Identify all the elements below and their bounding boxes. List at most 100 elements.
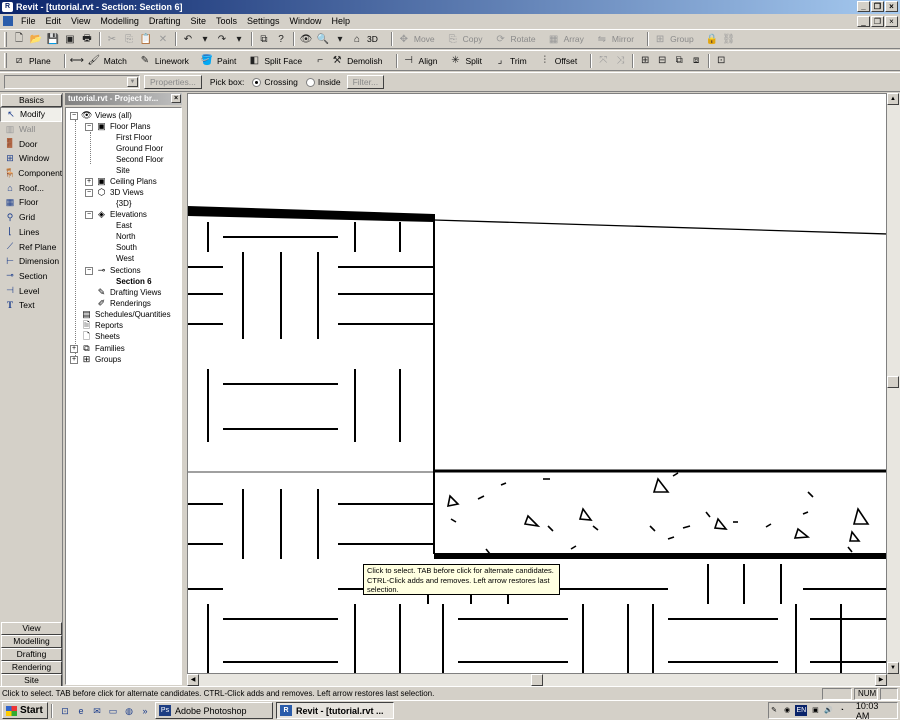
tray-network-icon[interactable]: ◉ bbox=[782, 705, 792, 716]
tree-node-3d-default[interactable]: {3D} bbox=[116, 198, 132, 209]
tree-node-reports[interactable]: 🗎 Reports bbox=[81, 320, 123, 331]
collapse-icon[interactable]: − bbox=[85, 122, 93, 131]
tree-node-first-floor[interactable]: First Floor bbox=[116, 132, 152, 143]
menu-modelling[interactable]: Modelling bbox=[95, 16, 144, 26]
mirror-button[interactable]: ⇋ Mirror bbox=[594, 32, 640, 46]
menu-file[interactable]: File bbox=[16, 16, 41, 26]
tray-pen-icon[interactable]: ✎ bbox=[769, 705, 779, 716]
inside-radio[interactable] bbox=[305, 77, 315, 87]
clock[interactable]: 10:03 AM bbox=[856, 701, 891, 720]
expand-icon[interactable]: + bbox=[70, 355, 78, 364]
join-geometry-icon[interactable]: ⤧ bbox=[595, 54, 611, 68]
align-button[interactable]: ⊣ Align bbox=[401, 54, 444, 68]
copy-to-clipboard-icon[interactable]: ⧉ bbox=[671, 54, 687, 68]
horizontal-scroll-thumb[interactable] bbox=[531, 674, 543, 686]
copy-icon[interactable]: ⎘ bbox=[121, 32, 137, 46]
collapse-icon[interactable]: − bbox=[70, 111, 78, 120]
design-item-window[interactable]: ⊞ Window bbox=[0, 151, 62, 166]
toolbar-grip[interactable] bbox=[4, 31, 7, 47]
doc-restore-button[interactable]: ❐ bbox=[871, 16, 884, 27]
cut-geometry-icon[interactable]: ⌐ bbox=[312, 54, 328, 68]
design-item-ref-plane[interactable]: ⟋ Ref Plane bbox=[0, 239, 62, 254]
quick-launch-overflow-icon[interactable]: » bbox=[138, 704, 152, 718]
collapse-icon[interactable]: − bbox=[85, 188, 93, 197]
design-item-lines[interactable]: ⌊ Lines bbox=[0, 225, 62, 240]
scroll-right-icon[interactable]: ▶ bbox=[875, 674, 887, 686]
menu-settings[interactable]: Settings bbox=[242, 16, 285, 26]
design-item-roof[interactable]: ⌂ Roof... bbox=[0, 180, 62, 195]
tree-node-east[interactable]: East bbox=[116, 220, 132, 231]
document-icon[interactable] bbox=[3, 16, 13, 26]
zoom-icon[interactable]: 🔍 bbox=[315, 32, 331, 46]
undo-icon[interactable]: ↶ bbox=[180, 32, 196, 46]
paste-icon[interactable]: 📋 bbox=[138, 32, 154, 46]
tree-node-floor-plans[interactable]: − ▣ Floor Plans bbox=[85, 121, 150, 132]
group-button[interactable]: ⊞ Group bbox=[652, 32, 700, 46]
scroll-down-icon[interactable]: ▼ bbox=[887, 662, 899, 674]
tray-volume-icon[interactable]: 🔊 bbox=[824, 705, 834, 716]
tree-node-groups[interactable]: + ⊞ Groups bbox=[70, 354, 121, 365]
new-icon[interactable]: 🗋 bbox=[11, 32, 27, 46]
tree-node-3d-views[interactable]: − ⬡ 3D Views bbox=[85, 187, 144, 198]
paste-aligned-icon[interactable]: ⧈ bbox=[688, 54, 704, 68]
move-button[interactable]: ✥ Move bbox=[396, 32, 441, 46]
toggle-window-icon[interactable]: ⧉ bbox=[256, 32, 272, 46]
tab-basics[interactable]: Basics bbox=[1, 94, 62, 107]
expand-icon[interactable]: + bbox=[85, 177, 93, 186]
rotate-button[interactable]: ⟳ Rotate bbox=[493, 32, 542, 46]
tree-node-site[interactable]: Site bbox=[116, 165, 130, 176]
tree-node-ceiling-plans[interactable]: + ▣ Ceiling Plans bbox=[85, 176, 157, 187]
menu-window[interactable]: Window bbox=[285, 16, 327, 26]
default-3d-view-button[interactable]: ⌂ 3D bbox=[349, 32, 384, 46]
vertical-scrollbar[interactable]: ▲ ▼ bbox=[887, 93, 900, 674]
minimize-button[interactable]: _ bbox=[857, 1, 870, 12]
restore-button[interactable]: ❐ bbox=[871, 1, 884, 12]
tab-drafting[interactable]: Drafting bbox=[1, 648, 62, 661]
split-face-button[interactable]: ◧ Split Face bbox=[246, 54, 308, 68]
menu-help[interactable]: Help bbox=[327, 16, 356, 26]
tray-display-icon[interactable]: ▣ bbox=[810, 705, 820, 716]
unjoin-geometry-icon[interactable]: ⤨ bbox=[612, 54, 628, 68]
close-icon[interactable]: × bbox=[171, 94, 181, 103]
tree-node-families[interactable]: + ⧉ Families bbox=[70, 343, 125, 354]
tree-node-sections[interactable]: − ⊸ Sections bbox=[85, 265, 141, 276]
design-item-modify[interactable]: ↖ Modify bbox=[0, 107, 62, 122]
tree-node-second-floor[interactable]: Second Floor bbox=[116, 154, 164, 165]
scroll-up-icon[interactable]: ▲ bbox=[887, 93, 899, 105]
language-indicator[interactable]: EN bbox=[795, 705, 808, 716]
tab-rendering[interactable]: Rendering bbox=[1, 661, 62, 674]
trim-button[interactable]: ⌟ Trim bbox=[492, 54, 533, 68]
linework-button[interactable]: ✎ Linework bbox=[137, 54, 195, 68]
whats-this-help-icon[interactable]: ? bbox=[273, 32, 289, 46]
measure-icon[interactable]: ⟷ bbox=[69, 54, 85, 68]
collapse-icon[interactable]: − bbox=[85, 210, 93, 219]
delete-icon[interactable]: ✕ bbox=[155, 32, 171, 46]
zoom-dropdown-icon[interactable]: ▾ bbox=[332, 32, 348, 46]
type-selector[interactable]: ▼ bbox=[4, 75, 140, 89]
thin-lines-icon[interactable]: ⊞ bbox=[637, 54, 653, 68]
tree-node-west[interactable]: West bbox=[116, 253, 134, 264]
project-browser-header[interactable]: tutorial.rvt - Project br... × bbox=[65, 93, 182, 105]
doc-minimize-button[interactable]: _ bbox=[857, 16, 870, 27]
collapse-icon[interactable]: − bbox=[85, 266, 93, 275]
tray-scheduler-icon[interactable]: ◔ bbox=[837, 705, 847, 716]
properties-button[interactable]: Properties... bbox=[144, 75, 202, 89]
design-item-grid[interactable]: ⚲ Grid bbox=[0, 210, 62, 225]
crossing-radio[interactable] bbox=[252, 77, 262, 87]
tree-node-schedules[interactable]: ▤ Schedules/Quantities bbox=[81, 309, 170, 320]
dynamic-view-icon[interactable]: 👁 bbox=[298, 32, 314, 46]
redo-dropdown-icon[interactable]: ▾ bbox=[231, 32, 247, 46]
match-button[interactable]: 🖌 Match bbox=[86, 54, 133, 68]
copy-tool-button[interactable]: ⎘ Copy bbox=[445, 32, 489, 46]
split-button[interactable]: ✳ Split bbox=[447, 54, 488, 68]
task-revit[interactable]: R Revit - [tutorial.rvt ... bbox=[276, 702, 394, 719]
task-photoshop[interactable]: Ps Adobe Photoshop bbox=[155, 702, 273, 719]
tree-node-sheets[interactable]: 🗋 Sheets bbox=[81, 331, 120, 342]
horizontal-scrollbar[interactable]: ◀ ▶ bbox=[187, 674, 887, 686]
scroll-left-icon[interactable]: ◀ bbox=[187, 674, 199, 686]
tree-node-ground-floor[interactable]: Ground Floor bbox=[116, 143, 163, 154]
doc-close-button[interactable]: × bbox=[885, 16, 898, 27]
tab-view[interactable]: View bbox=[1, 622, 62, 635]
tree-node-south[interactable]: South bbox=[116, 242, 137, 253]
toolbar-grip[interactable] bbox=[4, 53, 7, 68]
